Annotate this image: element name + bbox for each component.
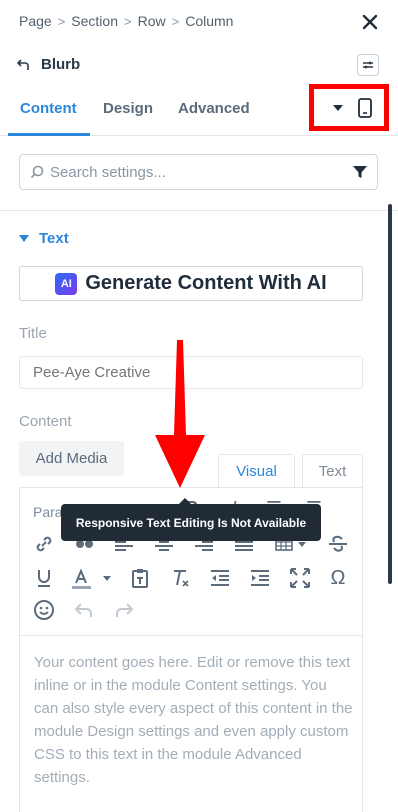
- underline-icon[interactable]: [32, 566, 56, 590]
- section-toggle-text[interactable]: Text: [19, 230, 69, 247]
- paste-text-icon[interactable]: [128, 566, 152, 590]
- filter-icon[interactable]: [353, 165, 367, 179]
- module-options-button[interactable]: [357, 54, 379, 76]
- strikethrough-icon[interactable]: [326, 532, 350, 556]
- breadcrumb-item-section[interactable]: Section: [71, 13, 118, 29]
- generate-ai-label: Generate Content With AI: [85, 272, 327, 294]
- clear-formatting-icon[interactable]: [168, 566, 192, 590]
- phone-icon[interactable]: [358, 97, 372, 118]
- tab-content[interactable]: Content: [20, 100, 77, 117]
- breadcrumb-separator: >: [171, 13, 180, 29]
- caret-down-icon[interactable]: [333, 104, 343, 111]
- redo-icon[interactable]: [112, 598, 136, 622]
- breadcrumb-item-page[interactable]: Page: [19, 13, 52, 29]
- tab-text[interactable]: Text: [302, 454, 363, 488]
- link-icon[interactable]: [32, 532, 56, 556]
- editor-divider: [20, 635, 364, 636]
- panel-divider: [0, 210, 398, 211]
- content-label: Content: [19, 413, 72, 430]
- search-box: [19, 154, 378, 190]
- scrollbar[interactable]: [388, 204, 392, 584]
- annotation-arrow-icon: [155, 340, 205, 488]
- tab-advanced[interactable]: Advanced: [178, 100, 250, 117]
- active-tab-indicator: [8, 133, 90, 136]
- sliders-icon: [363, 61, 373, 69]
- indent-icon[interactable]: [248, 566, 272, 590]
- special-character-icon[interactable]: Ω: [326, 566, 350, 590]
- tooltip: Responsive Text Editing Is Not Available: [61, 498, 321, 541]
- tab-visual[interactable]: Visual: [218, 454, 295, 488]
- module-title: Blurb: [41, 56, 81, 73]
- outdent-icon[interactable]: [208, 566, 232, 590]
- tab-design[interactable]: Design: [103, 100, 153, 117]
- toolbar-row-4: [20, 598, 364, 632]
- text-color-icon[interactable]: [70, 566, 114, 590]
- module-header: Blurb: [17, 56, 80, 73]
- ai-icon: AI: [55, 272, 78, 295]
- search-icon: [30, 165, 44, 179]
- fullscreen-icon[interactable]: [288, 566, 312, 590]
- undo-icon[interactable]: [72, 598, 96, 622]
- section-label: Text: [39, 230, 69, 247]
- emoji-icon[interactable]: [32, 598, 56, 622]
- editor-content[interactable]: Your content goes here. Edit or remove t…: [34, 651, 354, 789]
- toolbar-row-3: Ω: [20, 566, 364, 600]
- breadcrumb-item-row[interactable]: Row: [138, 13, 166, 29]
- back-arrow-icon[interactable]: [17, 58, 31, 72]
- add-media-button[interactable]: Add Media: [19, 441, 124, 476]
- caret-down-icon: [19, 235, 29, 242]
- breadcrumb: Page > Section > Row > Column: [19, 13, 233, 29]
- generate-ai-button[interactable]: AI Generate Content With AI: [19, 266, 363, 301]
- title-label: Title: [19, 325, 47, 342]
- close-icon[interactable]: [360, 12, 380, 32]
- responsive-view-highlight: [309, 84, 389, 131]
- search-input[interactable]: [50, 163, 340, 181]
- breadcrumb-separator: >: [124, 13, 132, 29]
- breadcrumb-separator: >: [57, 13, 66, 29]
- breadcrumb-item-column[interactable]: Column: [185, 13, 233, 29]
